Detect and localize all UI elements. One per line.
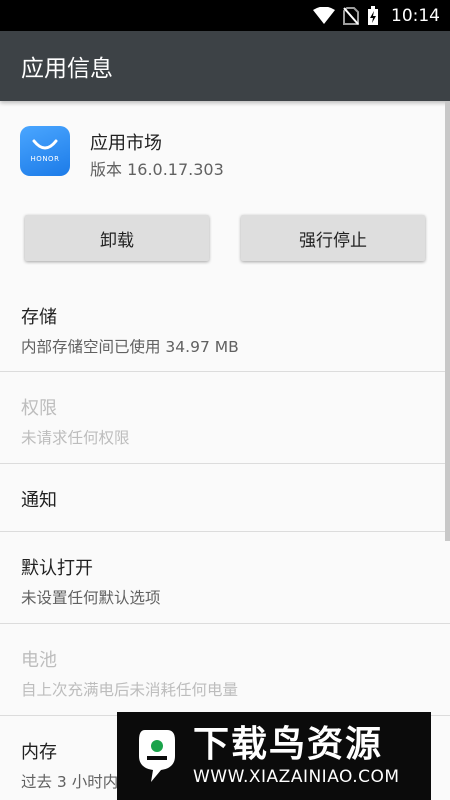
uninstall-button[interactable]: 卸载 xyxy=(25,215,209,261)
watermark-url: WWW.XIAZAINIAO.COM xyxy=(193,767,400,787)
app-header: HONOR 应用市场 版本 16.0.17.303 xyxy=(0,101,450,211)
item-subtitle: 未请求任何权限 xyxy=(21,429,130,447)
app-version: 版本 16.0.17.303 xyxy=(90,160,224,179)
no-sim-icon xyxy=(343,6,359,25)
scrollbar[interactable] xyxy=(445,101,450,541)
list-item-notifications[interactable]: 通知 xyxy=(0,464,450,532)
bird-logo-icon xyxy=(131,726,181,786)
item-title: 权限 xyxy=(21,398,57,419)
battery-charging-icon xyxy=(367,5,379,26)
item-subtitle: 内部存储空间已使用 34.97 MB xyxy=(21,338,239,356)
status-bar: 10:14 xyxy=(0,0,450,31)
watermark: 下载鸟资源 WWW.XIAZAINIAO.COM xyxy=(117,712,431,800)
list-item-storage[interactable]: 存储 内部存储空间已使用 34.97 MB xyxy=(0,280,450,372)
list-item-open-by-default[interactable]: 默认打开 未设置任何默认选项 xyxy=(0,532,450,624)
item-subtitle: 未设置任何默认选项 xyxy=(21,589,161,607)
app-store-icon: HONOR xyxy=(20,126,70,176)
app-name: 应用市场 xyxy=(90,133,162,154)
item-title: 默认打开 xyxy=(21,558,93,579)
list-item-battery: 电池 自上次充满电后未消耗任何电量 xyxy=(0,624,450,716)
app-bar: 应用信息 xyxy=(0,31,450,101)
item-title: 通知 xyxy=(21,490,57,511)
status-time: 10:14 xyxy=(391,5,440,26)
app-icon-brand: HONOR xyxy=(30,155,60,163)
watermark-title: 下载鸟资源 xyxy=(193,724,384,765)
force-stop-button[interactable]: 强行停止 xyxy=(241,215,425,261)
item-title: 电池 xyxy=(21,650,57,671)
wifi-icon xyxy=(313,6,335,25)
list-item-permissions: 权限 未请求任何权限 xyxy=(0,372,450,464)
page-title: 应用信息 xyxy=(21,56,113,82)
item-title: 存储 xyxy=(21,307,57,328)
item-subtitle: 自上次充满电后未消耗任何电量 xyxy=(21,681,239,699)
